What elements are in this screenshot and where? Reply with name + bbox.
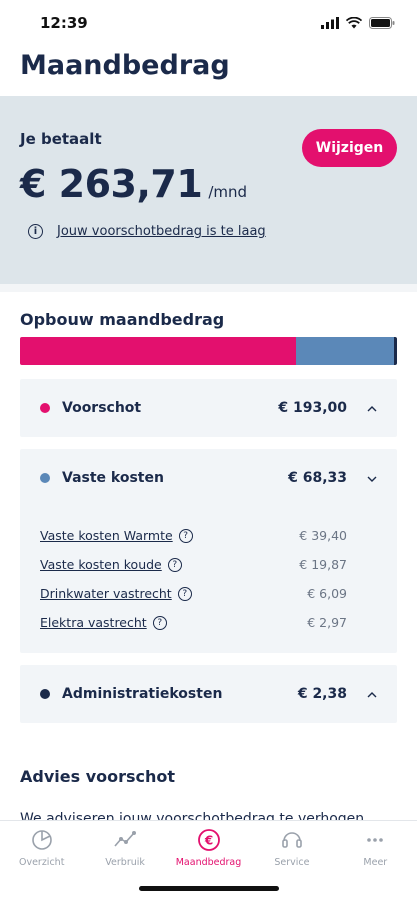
bar-segment-administratiekosten (393, 337, 397, 365)
admin-card: Administratiekosten € 2,38 (20, 665, 397, 723)
vaste-kosten-card: Vaste kosten € 68,33 Vaste kosten Warmte… (20, 449, 397, 653)
line-graph-icon (114, 831, 137, 847)
chevron-down-icon[interactable] (357, 472, 377, 485)
warning-row[interactable]: i Jouw voorschotbedrag is te laag (28, 224, 397, 239)
vaste-kosten-item-label[interactable]: Drinkwater vastrecht (40, 586, 172, 601)
vaste-kosten-item-amount: € 19,87 (299, 557, 347, 572)
home-indicator (138, 886, 279, 891)
vaste-kosten-item: Elektra vastrecht ? € 2,97 (20, 608, 397, 637)
tab-meer[interactable]: Meer (334, 821, 417, 900)
advice-title: Advies voorschot (20, 767, 176, 786)
tab-label: Meer (363, 857, 388, 868)
vaste-kosten-item-label[interactable]: Vaste kosten Warmte (40, 528, 173, 543)
vaste-kosten-header[interactable]: Vaste kosten € 68,33 (20, 449, 397, 507)
section-divider (0, 284, 417, 292)
euro-circle-icon: € (197, 829, 220, 851)
more-dots-icon (367, 838, 384, 842)
tab-bar: Overzicht Verbruik € Maandbedrag Service (0, 820, 417, 900)
vaste-kosten-item: Drinkwater vastrecht ? € 6,09 (20, 579, 397, 608)
payment-amount-row: € 263,71 /mnd (20, 162, 397, 206)
svg-text:€: € (203, 834, 212, 848)
status-bar: 12:39 (0, 0, 417, 46)
help-icon[interactable]: ? (177, 586, 192, 601)
help-icon[interactable]: ? (178, 528, 193, 543)
payment-amount: € 263,71 (20, 162, 203, 206)
tab-label: Verbruik (105, 857, 145, 868)
vaste-kosten-item-amount: € 2,97 (307, 615, 347, 630)
bar-segment-vaste-kosten (295, 337, 394, 365)
voorschot-card: Voorschot € 193,00 (20, 379, 397, 437)
vaste-kosten-dot (40, 473, 50, 483)
battery-icon (369, 17, 395, 29)
chevron-up-icon[interactable] (357, 402, 377, 415)
payment-unit: /mnd (208, 183, 248, 201)
payment-panel: Je betaalt € 263,71 /mnd Wijzigen i Jouw… (0, 96, 417, 284)
vaste-kosten-amount: € 68,33 (288, 470, 347, 486)
pie-chart-icon (31, 830, 52, 850)
chevron-up-icon[interactable] (357, 688, 377, 701)
wifi-icon (346, 17, 362, 29)
page-title: Maandbedrag (20, 50, 230, 81)
bar-segment-voorschot (20, 337, 296, 365)
tab-label: Maandbedrag (175, 857, 242, 868)
voorschot-dot (40, 403, 50, 413)
headset-icon (282, 832, 302, 848)
help-icon[interactable]: ? (152, 615, 167, 630)
tab-label: Service (274, 857, 310, 868)
info-icon: i (28, 224, 43, 239)
status-time: 12:39 (40, 14, 88, 32)
help-icon[interactable]: ? (167, 557, 182, 572)
warning-link[interactable]: Jouw voorschotbedrag is te laag (57, 224, 266, 239)
vaste-kosten-item: Vaste kosten koude ? € 19,87 (20, 550, 397, 579)
tab-label: Overzicht (18, 857, 65, 868)
edit-button[interactable]: Wijzigen (302, 129, 397, 167)
signal-icon (321, 17, 339, 29)
vaste-kosten-item-amount: € 39,40 (299, 528, 347, 543)
vaste-kosten-item-amount: € 6,09 (307, 586, 347, 601)
vaste-kosten-item-label[interactable]: Elektra vastrecht (40, 615, 147, 630)
vaste-kosten-label: Vaste kosten (62, 470, 164, 486)
admin-label: Administratiekosten (62, 686, 223, 702)
voorschot-header[interactable]: Voorschot € 193,00 (20, 379, 397, 437)
admin-amount: € 2,38 (297, 686, 347, 702)
voorschot-amount: € 193,00 (278, 400, 347, 416)
admin-dot (40, 689, 50, 699)
breakdown-bar (20, 337, 397, 365)
voorschot-label: Voorschot (62, 400, 142, 416)
vaste-kosten-item: Vaste kosten Warmte ? € 39,40 (20, 521, 397, 550)
admin-header[interactable]: Administratiekosten € 2,38 (20, 665, 397, 723)
tab-overzicht[interactable]: Overzicht (0, 821, 83, 900)
status-icons (321, 17, 395, 29)
vaste-kosten-item-label[interactable]: Vaste kosten koude (40, 557, 162, 572)
breakdown-title: Opbouw maandbedrag (20, 310, 225, 329)
